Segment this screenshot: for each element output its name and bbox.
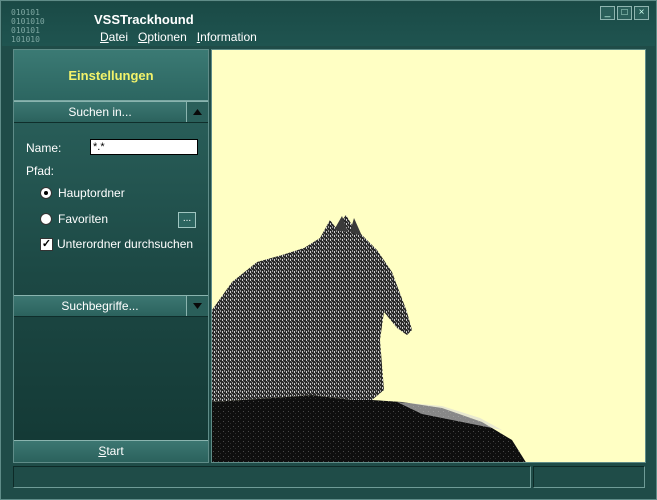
checkmark-icon: ✓	[40, 237, 53, 251]
logo-row: 010101	[11, 26, 40, 35]
window-title: VSSTrackhound	[94, 12, 194, 27]
radio-label: Hauptordner	[58, 186, 125, 200]
subfolders-label: Unterordner durchsuchen	[57, 237, 194, 251]
logo-row: 101010	[11, 35, 40, 44]
maximize-icon[interactable]: □	[617, 6, 632, 20]
section-search-terms[interactable]: Suchbegriffe...	[14, 295, 208, 317]
triangle-down-icon[interactable]	[186, 296, 208, 316]
rock	[212, 395, 526, 462]
sidebar-header: Einstellungen	[14, 50, 208, 101]
menu-datei[interactable]: Datei	[100, 30, 128, 44]
menu-label-rest: ptionen	[147, 30, 187, 44]
app-window: 010101 0101010 010101 101010 VSSTrackhou…	[0, 0, 657, 500]
menu-mnemonic: D	[100, 30, 109, 44]
subfolders-checkbox[interactable]: ✓ Unterordner durchsuchen	[40, 237, 193, 251]
browse-favorites-button[interactable]: ...	[178, 212, 196, 228]
triangle-up-icon[interactable]	[186, 102, 208, 122]
menu-information[interactable]: Information	[197, 30, 257, 44]
menu-label-rest: atei	[108, 30, 129, 44]
start-button[interactable]: Start	[14, 440, 208, 462]
content-area	[211, 49, 646, 463]
radio-hauptordner[interactable]: Hauptordner	[40, 186, 125, 200]
name-input[interactable]	[90, 139, 198, 155]
status-pane-main	[13, 466, 531, 488]
logo-row: 010101	[11, 8, 40, 17]
wolf-illustration	[212, 215, 526, 462]
logo-row: 0101010	[11, 17, 45, 26]
window-controls: _ □ ×	[600, 6, 649, 20]
section-search-in[interactable]: Suchen in...	[14, 101, 208, 123]
settings-sidebar: Einstellungen Suchen in... Name: Pfad: H…	[13, 49, 209, 463]
menu-optionen[interactable]: Optionen	[138, 30, 187, 44]
status-bar	[13, 466, 645, 488]
radio-favoriten[interactable]: Favoriten	[40, 212, 108, 226]
section-search-in-label: Suchen in...	[68, 105, 132, 119]
name-label: Name:	[26, 141, 62, 155]
radio-checked-icon	[40, 187, 52, 199]
path-label: Pfad:	[26, 164, 55, 178]
menu-label-rest: nformation	[200, 30, 257, 44]
title-bar[interactable]: 010101 0101010 010101 101010 VSSTrackhou…	[2, 2, 655, 46]
section-search-terms-label: Suchbegriffe...	[61, 299, 139, 313]
start-label-rest: tart	[106, 444, 124, 458]
menu-mnemonic: O	[138, 30, 148, 44]
wolf-body	[212, 215, 412, 402]
radio-label: Favoriten	[58, 212, 109, 226]
app-logo-icon: 010101 0101010 010101 101010	[11, 8, 49, 46]
status-pane-secondary	[533, 466, 645, 488]
radio-unchecked-icon	[40, 213, 52, 225]
minimize-icon[interactable]: _	[600, 6, 615, 20]
menu-bar: Datei Optionen Information	[100, 30, 257, 44]
sidebar-header-title: Einstellungen	[68, 67, 154, 83]
close-icon[interactable]: ×	[634, 6, 649, 20]
